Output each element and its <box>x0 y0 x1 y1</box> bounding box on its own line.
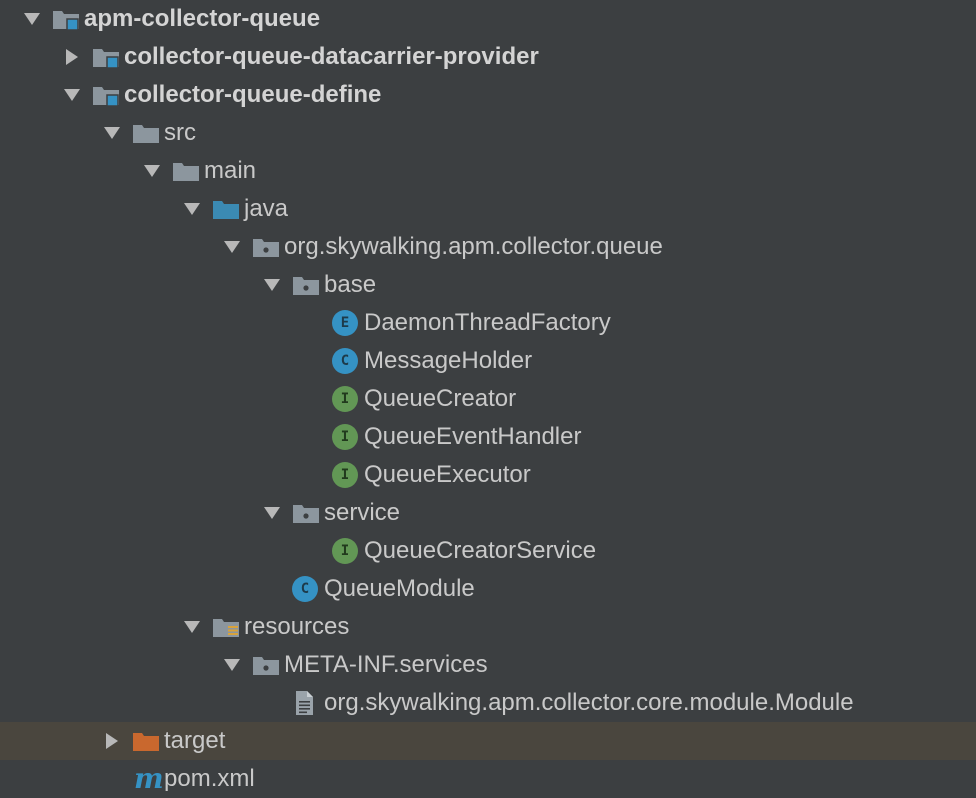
interface-icon-badge: I <box>332 462 358 488</box>
tree-node-collector-queue-define[interactable]: collector-queue-define <box>0 76 976 114</box>
tree-node-label: DaemonThreadFactory <box>364 309 611 336</box>
collapsed-arrow-icon[interactable] <box>100 729 124 753</box>
interface-icon-badge: I <box>332 386 358 412</box>
package-icon <box>252 652 282 678</box>
maven-m-glyph: m <box>134 762 164 795</box>
interface-icon-badge: I <box>332 538 358 564</box>
tree-node-queueeventhandler[interactable]: I QueueEventHandler <box>0 418 976 456</box>
text-file-icon <box>292 690 322 716</box>
maven-pom-icon: m <box>132 762 164 795</box>
tree-node-label: collector-queue-datacarrier-provider <box>124 43 539 70</box>
tree-node-label: base <box>324 271 377 298</box>
tree-node-label: MessageHolder <box>364 347 533 374</box>
tree-node-daemonthreadfactory[interactable]: E DaemonThreadFactory <box>0 304 976 342</box>
project-tree: apm-collector-queue collector-queue-datac… <box>0 0 976 798</box>
expanded-arrow-icon[interactable] <box>140 159 164 183</box>
class-icon: C <box>332 348 362 374</box>
expanded-arrow-icon[interactable] <box>60 83 84 107</box>
tree-node-org-skywalking-apm-collector-core-module-module[interactable]: org.skywalking.apm.collector.core.module… <box>0 684 976 722</box>
expanded-arrow-icon[interactable] <box>220 653 244 677</box>
tree-node-resources[interactable]: resources <box>0 608 976 646</box>
tree-node-label: org.skywalking.apm.collector.queue <box>284 233 663 260</box>
expanded-arrow-icon[interactable] <box>20 7 44 31</box>
class-icon: C <box>292 576 322 602</box>
tree-node-label: QueueModule <box>324 575 475 602</box>
resources-folder-icon <box>212 614 242 640</box>
tree-node-label: pom.xml <box>164 765 255 792</box>
expanded-arrow-icon[interactable] <box>260 501 284 525</box>
tree-node-apm-collector-queue[interactable]: apm-collector-queue <box>0 0 976 38</box>
enum-icon: E <box>332 310 362 336</box>
expanded-arrow-icon[interactable] <box>100 121 124 145</box>
tree-node-label: QueueCreator <box>364 385 517 412</box>
tree-node-pom-xml[interactable]: m pom.xml <box>0 760 976 798</box>
tree-node-label: META-INF.services <box>284 651 488 678</box>
tree-node-label: main <box>204 157 257 184</box>
enum-icon-badge: E <box>332 310 358 336</box>
tree-node-base[interactable]: base <box>0 266 976 304</box>
tree-node-main[interactable]: main <box>0 152 976 190</box>
module-folder-icon <box>52 6 82 32</box>
interface-icon: I <box>332 538 362 564</box>
collapsed-arrow-icon[interactable] <box>60 45 84 69</box>
class-icon-badge: C <box>292 576 318 602</box>
interface-icon: I <box>332 462 362 488</box>
tree-node-label: src <box>164 119 196 146</box>
tree-node-meta-inf-services[interactable]: META-INF.services <box>0 646 976 684</box>
tree-node-label: QueueEventHandler <box>364 423 582 450</box>
class-icon-badge: C <box>332 348 358 374</box>
tree-node-queuecreatorservice[interactable]: I QueueCreatorService <box>0 532 976 570</box>
expanded-arrow-icon[interactable] <box>180 197 204 221</box>
excluded-folder-icon <box>132 728 162 754</box>
tree-node-queuemodule[interactable]: C QueueModule <box>0 570 976 608</box>
tree-node-java[interactable]: java <box>0 190 976 228</box>
tree-node-messageholder[interactable]: C MessageHolder <box>0 342 976 380</box>
module-folder-icon <box>92 82 122 108</box>
tree-node-label: collector-queue-define <box>124 81 382 108</box>
tree-node-label: target <box>164 727 226 754</box>
tree-node-label: apm-collector-queue <box>84 5 321 32</box>
interface-icon: I <box>332 424 362 450</box>
source-folder-icon <box>212 196 242 222</box>
tree-node-label: service <box>324 499 401 526</box>
package-icon <box>252 234 282 260</box>
folder-icon <box>172 158 202 184</box>
tree-node-org-skywalking-apm-collector-queue[interactable]: org.skywalking.apm.collector.queue <box>0 228 976 266</box>
tree-node-src[interactable]: src <box>0 114 976 152</box>
tree-node-queueexecutor[interactable]: I QueueExecutor <box>0 456 976 494</box>
folder-icon <box>132 120 162 146</box>
module-folder-icon <box>92 44 122 70</box>
expanded-arrow-icon[interactable] <box>220 235 244 259</box>
tree-node-queuecreator[interactable]: I QueueCreator <box>0 380 976 418</box>
interface-icon-badge: I <box>332 424 358 450</box>
tree-node-label: org.skywalking.apm.collector.core.module… <box>324 689 854 716</box>
tree-node-target[interactable]: target <box>0 722 976 760</box>
package-icon <box>292 272 322 298</box>
package-icon <box>292 500 322 526</box>
expanded-arrow-icon[interactable] <box>260 273 284 297</box>
tree-node-label: java <box>244 195 289 222</box>
tree-node-service[interactable]: service <box>0 494 976 532</box>
expanded-arrow-icon[interactable] <box>180 615 204 639</box>
tree-node-label: QueueExecutor <box>364 461 531 488</box>
interface-icon: I <box>332 386 362 412</box>
tree-node-collector-queue-datacarrier-provider[interactable]: collector-queue-datacarrier-provider <box>0 38 976 76</box>
tree-node-label: resources <box>244 613 350 640</box>
tree-node-label: QueueCreatorService <box>364 537 597 564</box>
